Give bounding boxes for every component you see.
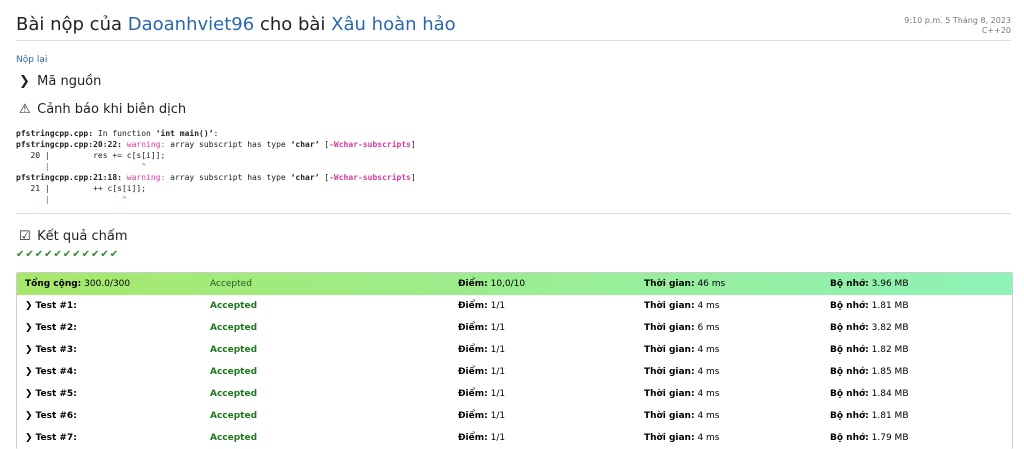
divider xyxy=(16,40,1011,41)
test-toggle[interactable]: ❯ Test #4: xyxy=(25,361,77,383)
chevron-right-icon: ❯ xyxy=(25,411,33,421)
status-badge: Accepted xyxy=(210,345,258,355)
chevron-right-icon: ❯ xyxy=(25,389,33,399)
submission-language: C++20 xyxy=(981,26,1011,35)
table-row[interactable]: ❯ Test #3: Accepted Điểm: 1/1 Thời gian: 4 m… xyxy=(17,339,1012,361)
chevron-right-icon: ❯ xyxy=(25,345,33,355)
table-row[interactable]: ❯ Test #1: Accepted Điểm: 1/1 Thời gian: 4 m… xyxy=(17,295,1012,317)
submission-time: 9:10 p.m. 5 Tháng 8, 2023 xyxy=(904,16,1011,25)
table-row[interactable]: ❯ Test #5: Accepted Điểm: 1/1 Thời gian: 4 m… xyxy=(17,383,1012,405)
status-badge: Accepted xyxy=(210,389,258,399)
chevron-right-icon: ❯ xyxy=(25,301,33,311)
checkbox-icon: ☑ xyxy=(19,229,31,244)
divider xyxy=(16,213,1011,214)
warning-icon: ⚠ xyxy=(19,102,31,117)
results-table: Tổng cộng: 300.0/300 Accepted Điểm: 10,0… xyxy=(16,272,1013,449)
title-prefix: Bài nộp của xyxy=(16,14,123,35)
test-toggle[interactable]: ❯ Test #5: xyxy=(25,383,77,405)
result-heading: ☑ Kết quả chấm xyxy=(19,229,128,244)
compile-output: pfstringcpp.cpp: In function ‘int main()… xyxy=(16,129,416,204)
page-header: Bài nộp của Daoanhviet96 cho bài Xâu hoà… xyxy=(16,14,1011,40)
test-toggle[interactable]: ❯ Test #3: xyxy=(25,339,77,361)
page-title: Bài nộp của Daoanhviet96 cho bài Xâu hoà… xyxy=(16,14,456,35)
test-toggle[interactable]: ❯ Test #6: xyxy=(25,405,77,427)
resubmit-link[interactable]: Nộp lại xyxy=(16,55,47,65)
table-row[interactable]: ❯ Test #4: Accepted Điểm: 1/1 Thời gian: 4 m… xyxy=(17,361,1012,383)
submission-meta: 9:10 p.m. 5 Tháng 8, 2023 C++20 xyxy=(904,16,1011,36)
status-badge: Accepted xyxy=(210,411,258,421)
test-toggle[interactable]: ❯ Test #2: xyxy=(25,317,77,339)
table-row[interactable]: ❯ Test #6: Accepted Điểm: 1/1 Thời gian: 4 m… xyxy=(17,405,1012,427)
test-status-icons: ✔✔✔✔✔✔✔✔✔✔✔ xyxy=(16,249,120,260)
result-label: Kết quả chấm xyxy=(37,229,128,244)
chevron-right-icon: ❯ xyxy=(25,367,33,377)
chevron-right-icon: ❯ xyxy=(25,323,33,333)
chevron-right-icon: ❯ xyxy=(25,433,33,443)
warning-label: Cảnh báo khi biên dịch xyxy=(37,102,187,117)
source-toggle[interactable]: ❯ Mã nguồn xyxy=(19,74,101,89)
status-badge: Accepted xyxy=(210,279,252,289)
user-link[interactable]: Daoanhviet96 xyxy=(128,14,254,35)
status-badge: Accepted xyxy=(210,301,258,311)
test-toggle[interactable]: ❯ Test #1: xyxy=(25,295,77,317)
test-rows: ❯ Test #1: Accepted Điểm: 1/1 Thời gian: 4 m… xyxy=(17,295,1012,449)
chevron-right-icon: ❯ xyxy=(19,74,30,89)
table-row[interactable]: ❯ Test #2: Accepted Điểm: 1/1 Thời gian: 6 m… xyxy=(17,317,1012,339)
status-badge: Accepted xyxy=(210,367,258,377)
status-badge: Accepted xyxy=(210,323,258,333)
total-row: Tổng cộng: 300.0/300 Accepted Điểm: 10,0… xyxy=(17,273,1012,295)
title-middle: cho bài xyxy=(259,14,326,35)
source-label: Mã nguồn xyxy=(37,74,102,89)
problem-link[interactable]: Xâu hoàn hảo xyxy=(331,14,456,35)
warning-heading: ⚠ Cảnh báo khi biên dịch xyxy=(19,102,186,117)
